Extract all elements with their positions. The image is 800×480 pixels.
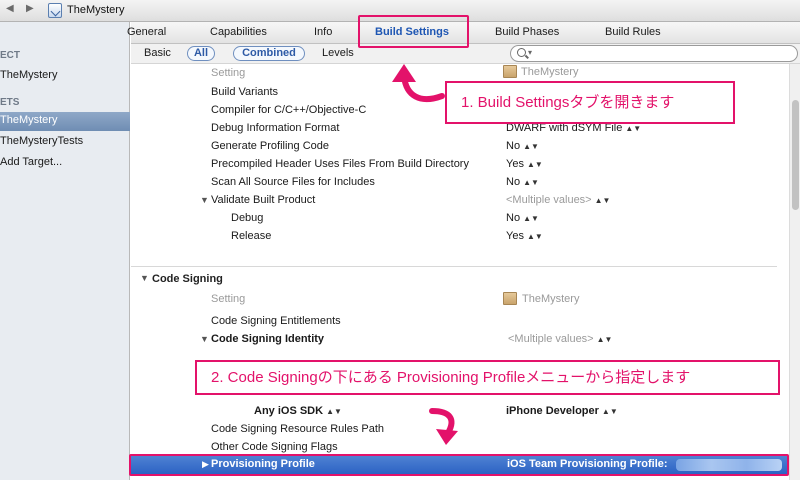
project-navigator-sidebar: ECT TheMystery ETS TheMystery TheMystery…	[0, 22, 130, 480]
filter-basic[interactable]: Basic	[144, 47, 171, 59]
sidebar-item-target-themystery[interactable]: TheMystery	[0, 112, 130, 131]
section-divider	[131, 266, 777, 267]
filter-combined[interactable]: Combined	[233, 46, 305, 61]
setting-row-resource-rules[interactable]: Code Signing Resource Rules Path	[211, 421, 511, 439]
sidebar-item-target-themysterytests[interactable]: TheMysteryTests	[0, 133, 130, 152]
search-options-chevron-icon[interactable]: ▾	[528, 48, 532, 57]
project-title[interactable]: TheMystery	[67, 4, 124, 16]
value-stepper-icon: ▲▼	[596, 335, 613, 344]
tab-general[interactable]: General	[127, 26, 166, 38]
setting-row-entitlements[interactable]: Code Signing Entitlements	[211, 313, 511, 331]
tab-info[interactable]: Info	[314, 26, 332, 38]
target-folder-icon	[503, 65, 517, 78]
annotation-callout-step-2: 2. Code Signingの下にある Provisioning Profil…	[195, 360, 780, 395]
value-stepper-icon: ▲▼	[326, 407, 342, 416]
value-stepper-icon: ▲▼	[523, 178, 539, 187]
filter-levels[interactable]: Levels	[322, 47, 354, 59]
project-section-header: ECT	[0, 50, 20, 61]
setting-row[interactable]: Precompiled Header Uses Files From Build…	[211, 156, 781, 174]
back-arrow-icon[interactable]: ◀	[6, 3, 14, 14]
forward-arrow-icon[interactable]: ▶	[26, 3, 34, 14]
value-stepper-icon: ▲▼	[523, 214, 539, 223]
value-stepper-icon: ▲▼	[526, 232, 543, 241]
sidebar-item-project[interactable]: TheMystery	[0, 67, 130, 86]
tab-build-phases[interactable]: Build Phases	[495, 26, 559, 38]
tab-build-rules[interactable]: Build Rules	[605, 26, 661, 38]
setting-row[interactable]: Generate Profiling Code No ▲▼	[211, 138, 781, 156]
value-stepper-icon: ▲▼	[625, 124, 642, 133]
section-title-code-signing[interactable]: Code Signing	[152, 273, 223, 285]
annotation-highlight-provisioning-row	[129, 454, 789, 476]
scrollbar-thumb[interactable]	[792, 100, 799, 210]
annotation-callout-step-1: 1. Build Settingsタブを開きます	[445, 81, 735, 124]
target-folder-icon	[503, 292, 517, 305]
setting-row-signing-identity[interactable]: Code Signing Identity <Multiple values> ▲…	[211, 331, 641, 349]
annotation-arrow-icon	[392, 64, 445, 103]
annotation-highlight-build-settings-tab	[358, 15, 469, 48]
xcode-project-icon	[48, 3, 62, 18]
setting-row[interactable]: Debug No ▲▼	[231, 210, 781, 228]
value-stepper-icon: ▲▼	[526, 160, 543, 169]
value-stepper-icon: ▲▼	[523, 142, 539, 151]
setting-row[interactable]: Release Yes ▲▼	[231, 228, 781, 246]
annotation-arrow-icon	[429, 408, 458, 445]
setting-row[interactable]: Scan All Source Files for Includes No ▲▼	[211, 174, 781, 192]
vertical-scrollbar[interactable]	[789, 64, 800, 480]
settings-search-field[interactable]: ▾	[510, 45, 798, 62]
setting-row[interactable]: Validate Built Product <Multiple values>…	[211, 192, 781, 210]
disclosure-triangle-icon[interactable]: ▼	[200, 195, 209, 205]
value-stepper-icon: ▲▼	[594, 196, 611, 205]
tab-capabilities[interactable]: Capabilities	[210, 26, 267, 38]
value-stepper-icon: ▲▼	[601, 407, 618, 416]
targets-section-header: ETS	[0, 97, 20, 108]
search-icon	[517, 48, 526, 57]
filter-all[interactable]: All	[187, 46, 215, 61]
disclosure-triangle-icon[interactable]: ▼	[140, 273, 149, 283]
add-target-button[interactable]: Add Target...	[0, 154, 130, 173]
disclosure-triangle-icon[interactable]: ▼	[200, 334, 209, 344]
